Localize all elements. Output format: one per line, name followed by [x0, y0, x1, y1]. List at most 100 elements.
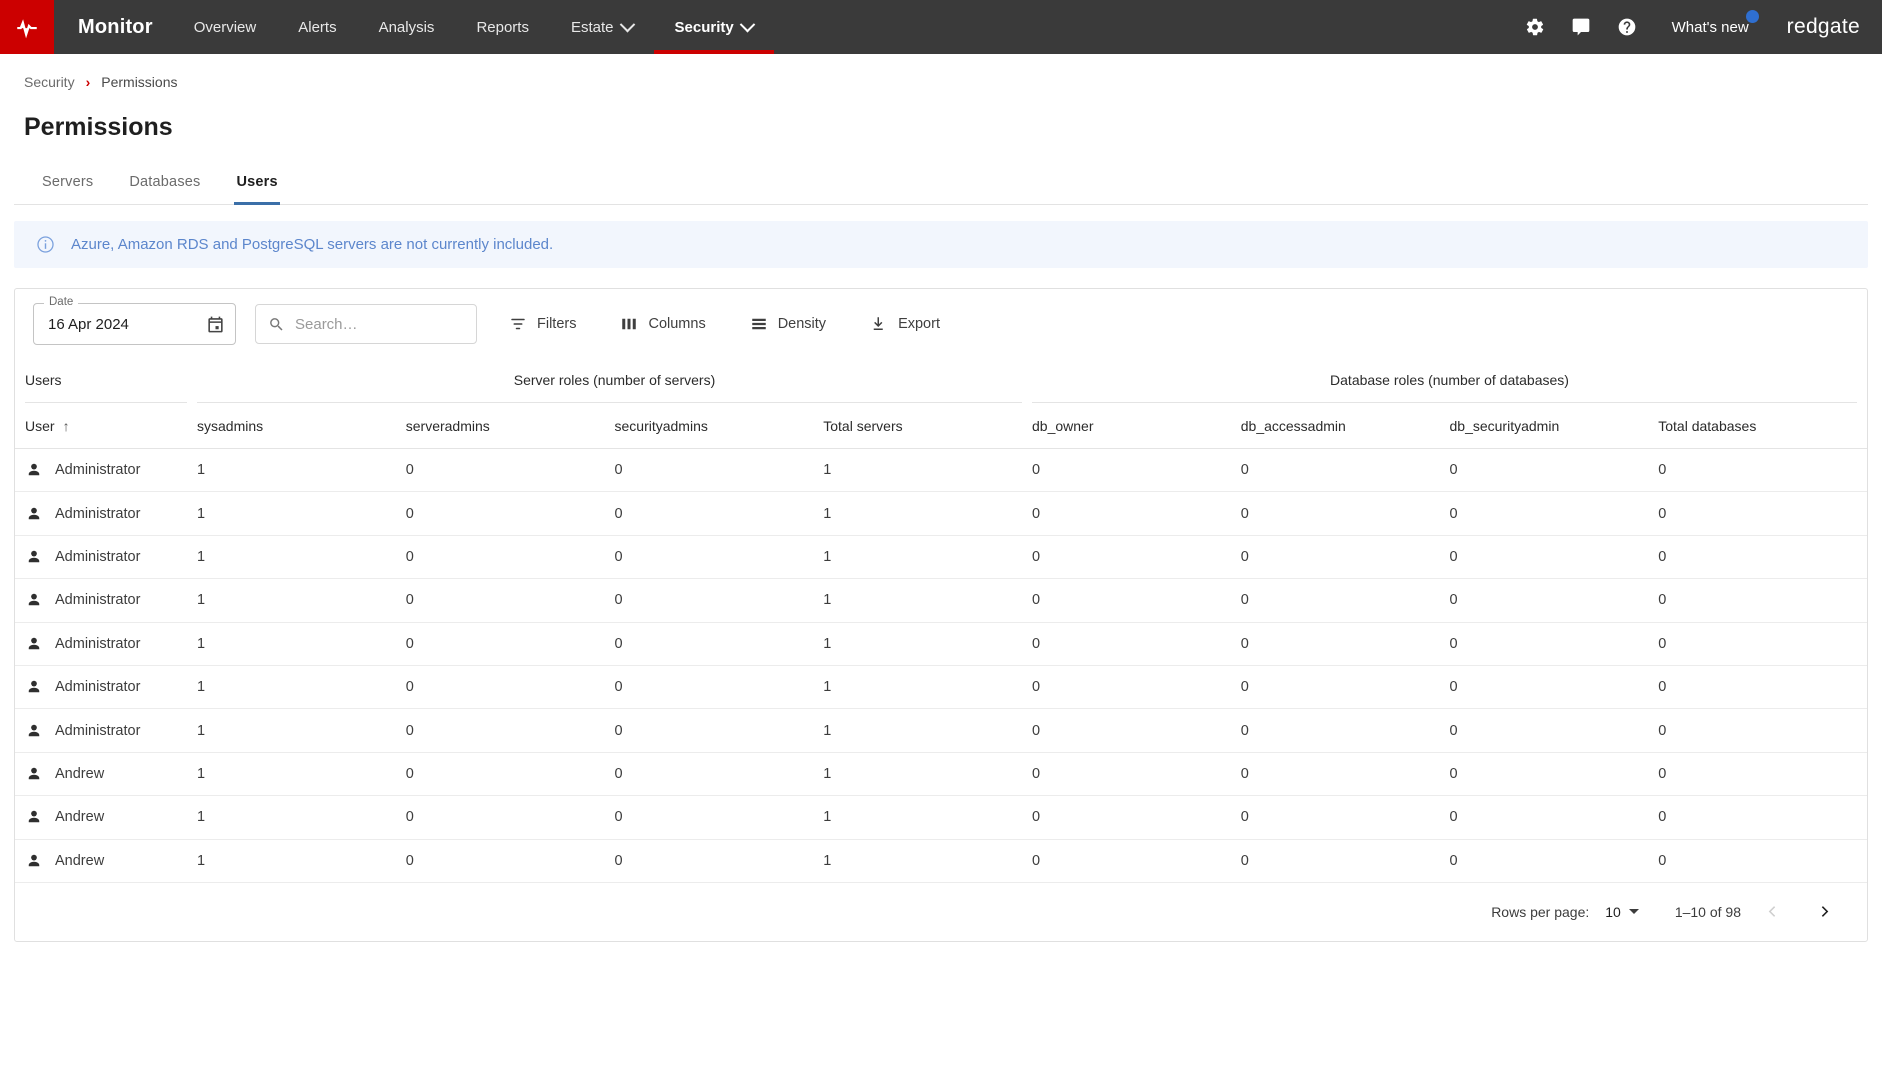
- nav-item-reports[interactable]: Reports: [455, 0, 550, 54]
- user-name: Andrew: [55, 809, 105, 826]
- tab-servers[interactable]: Servers: [24, 164, 111, 204]
- cell-securityadmins: 0: [614, 548, 623, 565]
- cell-db_accessadmin: 0: [1240, 722, 1249, 739]
- search-box[interactable]: [255, 304, 477, 344]
- filters-label: Filters: [537, 316, 577, 332]
- person-icon: [28, 767, 40, 780]
- column-header-db-owner[interactable]: db_owner: [1032, 418, 1241, 434]
- column-header-user[interactable]: User ↑: [25, 418, 197, 434]
- table-row[interactable]: Andrew 1 0 0 1 0 0 0 0: [15, 796, 1867, 840]
- rows-per-page-label: Rows per page:: [1491, 903, 1590, 920]
- date-field[interactable]: Date 16 Apr 2024: [33, 296, 236, 345]
- column-header-sysadmins[interactable]: sysadmins: [197, 418, 406, 434]
- search-input[interactable]: [295, 315, 464, 333]
- cell-serveradmins: 0: [405, 852, 414, 869]
- info-circle-icon: [37, 236, 54, 253]
- cell-total-servers: 1: [823, 462, 832, 479]
- person-icon: [28, 594, 40, 606]
- table-row[interactable]: Andrew 1 0 0 1 0 0 0 0: [15, 840, 1867, 883]
- export-button[interactable]: Export: [858, 307, 952, 341]
- cell-db_securityadmin: 0: [1449, 679, 1458, 696]
- cell-securityadmins: 0: [614, 592, 623, 609]
- columns-icon: [622, 318, 637, 330]
- table-row[interactable]: Administrator 1 0 0 1 0 0 0 0: [15, 449, 1867, 493]
- cell-sysadmins: 1: [197, 592, 206, 609]
- next-page-button[interactable]: [1803, 891, 1845, 933]
- density-button[interactable]: Density: [738, 307, 838, 341]
- date-field-label: Date: [44, 296, 79, 308]
- cell-sysadmins: 1: [197, 765, 206, 782]
- nav-item-security[interactable]: Security: [653, 0, 774, 54]
- column-header-label: db_accessadmin: [1240, 417, 1346, 434]
- user-name: Administrator: [55, 679, 141, 696]
- column-header-total-servers[interactable]: Total servers: [823, 418, 1032, 434]
- nav-item-analysis[interactable]: Analysis: [358, 0, 456, 54]
- person-icon: [28, 854, 40, 866]
- cell-db_accessadmin: 0: [1240, 462, 1249, 479]
- tab-users[interactable]: Users: [218, 164, 295, 205]
- breadcrumb-item-permissions[interactable]: Permissions: [101, 74, 177, 90]
- columns-button[interactable]: Columns: [608, 307, 717, 341]
- help-button[interactable]: [1604, 0, 1650, 54]
- nav-item-overview[interactable]: Overview: [173, 0, 278, 54]
- cell-serveradmins: 0: [405, 592, 414, 609]
- calendar-picker-button[interactable]: [206, 315, 225, 334]
- cell-securityadmins: 0: [614, 852, 623, 869]
- redgate-logo[interactable]: redgate: [1765, 15, 1860, 39]
- user-name: Andrew: [55, 852, 105, 869]
- table-row[interactable]: Administrator 1 0 0 1 0 0 0 0: [15, 492, 1867, 536]
- cell-sysadmins: 1: [197, 505, 206, 522]
- tab-databases[interactable]: Databases: [111, 164, 218, 204]
- filters-button[interactable]: Filters: [497, 307, 588, 341]
- brand-name: Monitor: [78, 15, 153, 38]
- column-header-db-accessadmin[interactable]: db_accessadmin: [1241, 418, 1450, 434]
- notification-dot-badge: [1745, 10, 1759, 23]
- calendar-icon: [208, 316, 223, 332]
- whats-new-button[interactable]: What's new: [1650, 0, 1765, 54]
- column-header-total-databases[interactable]: Total databases: [1658, 418, 1867, 434]
- cell-securityadmins: 0: [614, 722, 623, 739]
- export-label: Export: [898, 316, 940, 332]
- info-banner: Azure, Amazon RDS and PostgreSQL servers…: [14, 221, 1868, 268]
- table-row[interactable]: Administrator 1 0 0 1 0 0 0 0: [15, 579, 1867, 623]
- chevron-down-icon: [739, 16, 755, 32]
- tab-label: Databases: [129, 174, 201, 190]
- app-logo[interactable]: [0, 0, 54, 54]
- cell-db_securityadmin: 0: [1449, 462, 1458, 479]
- cell-serveradmins: 0: [405, 505, 414, 522]
- cell-db_accessadmin: 0: [1240, 852, 1249, 869]
- group-header-server-roles: Server roles (number of servers): [197, 357, 1032, 403]
- table-row[interactable]: Administrator 1 0 0 1 0 0 0 0: [15, 536, 1867, 580]
- cell-total-servers: 1: [823, 852, 832, 869]
- nav-item-alerts[interactable]: Alerts: [277, 0, 357, 54]
- table-row[interactable]: Administrator 1 0 0 1 0 0 0 0: [15, 623, 1867, 666]
- settings-button[interactable]: [1512, 0, 1558, 54]
- cell-user: Administrator: [25, 548, 197, 566]
- table-row[interactable]: Andrew 1 0 0 1 0 0 0 0: [15, 753, 1867, 797]
- column-header-label: db_owner: [1032, 417, 1094, 434]
- permissions-grid-card: Date 16 Apr 2024 Search… Filters Columns…: [14, 288, 1868, 942]
- breadcrumb-separator-icon: ›: [85, 74, 91, 90]
- nav-item-estate[interactable]: Estate: [550, 0, 654, 54]
- nav-item-label: Analysis: [378, 18, 435, 36]
- previous-page-button[interactable]: [1751, 891, 1793, 933]
- cell-db_securityadmin: 0: [1449, 765, 1458, 782]
- rows-per-page-select[interactable]: 10: [1605, 904, 1639, 920]
- column-header-securityadmins[interactable]: securityadmins: [615, 418, 824, 434]
- grid-toolbar: Date 16 Apr 2024 Search… Filters Columns…: [15, 289, 1867, 357]
- cell-db_securityadmin: 0: [1449, 852, 1458, 869]
- cell-total-databases: 0: [1658, 548, 1667, 565]
- date-field-value: 16 Apr 2024: [48, 315, 129, 333]
- feedback-button[interactable]: [1558, 0, 1604, 54]
- table-row[interactable]: Administrator 1 0 0 1 0 0 0 0: [15, 666, 1867, 710]
- cell-user: Administrator: [25, 461, 197, 479]
- column-header-serveradmins[interactable]: serveradmins: [406, 418, 615, 434]
- breadcrumb-item-security[interactable]: Security: [24, 74, 75, 90]
- table-row[interactable]: Administrator 1 0 0 1 0 0 0 0: [15, 709, 1867, 753]
- column-header-db-securityadmin[interactable]: db_securityadmin: [1450, 418, 1659, 434]
- cell-total-databases: 0: [1658, 592, 1667, 609]
- cell-db_owner: 0: [1032, 592, 1041, 609]
- user-name: Andrew: [55, 765, 105, 782]
- column-header-label: sysadmins: [197, 417, 264, 434]
- cell-sysadmins: 1: [197, 852, 206, 869]
